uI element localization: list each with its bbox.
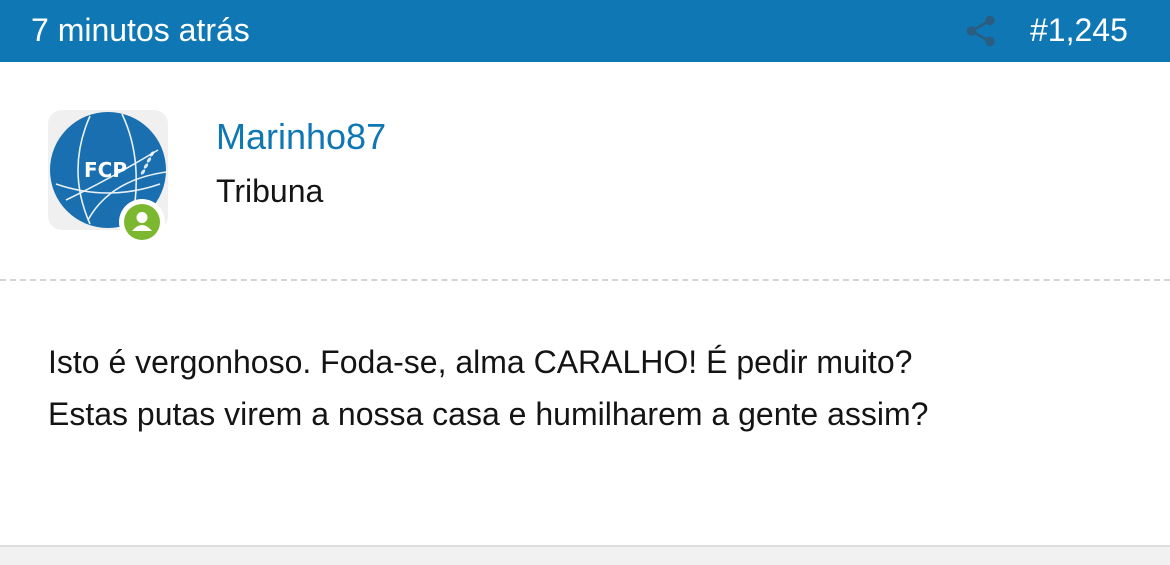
online-status-badge (119, 199, 165, 245)
post-divider (0, 279, 1170, 281)
post-number-link[interactable]: #1,245 (1030, 12, 1128, 48)
author-avatar[interactable]: FCP (48, 110, 168, 245)
post-footer-divider (0, 545, 1170, 565)
post-body-line: Isto é vergonhoso. Foda-se, alma CARALHO… (48, 344, 913, 380)
post-timestamp[interactable]: 7 minutos atrás (31, 12, 250, 48)
author-username-link[interactable]: Marinho87 (216, 117, 386, 157)
post-header: 7 minutos atrás #1,245 (0, 0, 1170, 62)
user-online-icon (124, 204, 160, 240)
post-body: Isto é vergonhoso. Foda-se, alma CARALHO… (48, 336, 1148, 440)
share-button[interactable] (962, 12, 1000, 50)
avatar-logo-text: FCP (84, 158, 127, 182)
post-body-line: Estas putas virem a nossa casa e humilha… (48, 396, 929, 432)
share-icon (966, 15, 995, 47)
author-user-title: Tribuna (216, 173, 324, 209)
